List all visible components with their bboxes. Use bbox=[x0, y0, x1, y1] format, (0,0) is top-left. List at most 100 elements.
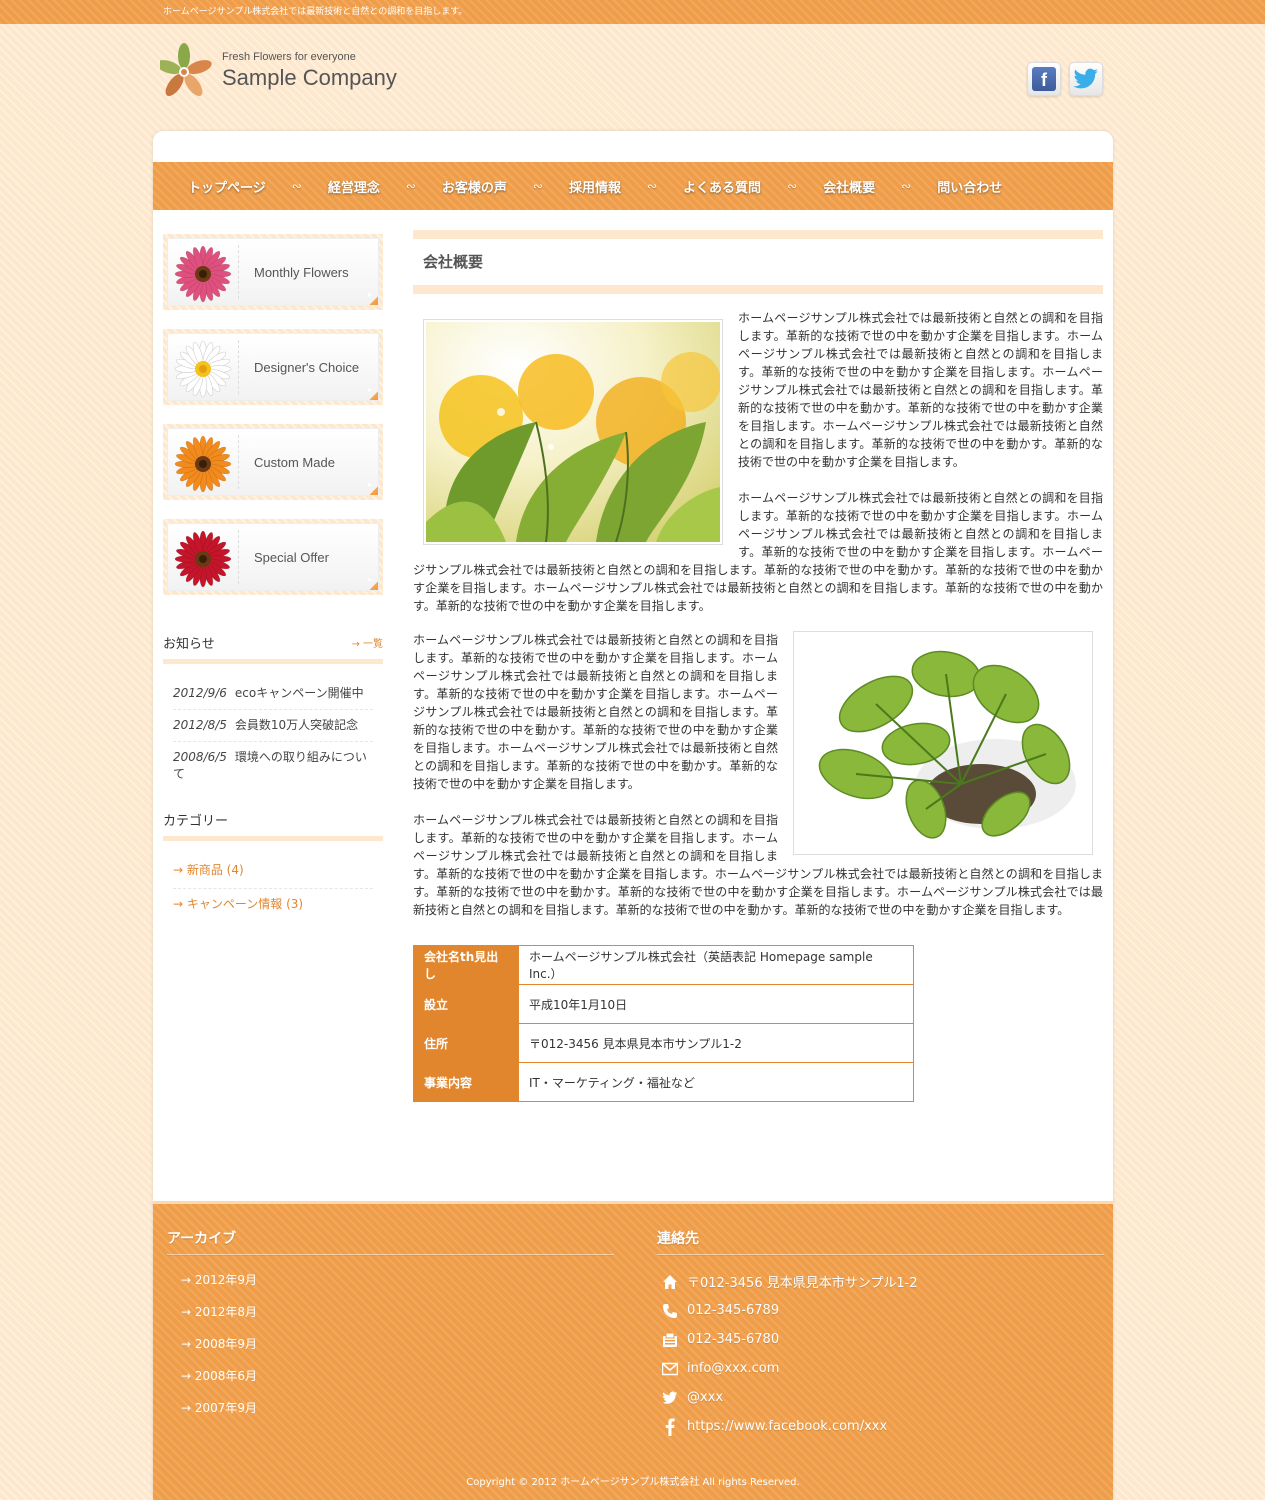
facebook-icon: f bbox=[1032, 67, 1056, 91]
arrow-right-icon: ▸ bbox=[367, 575, 372, 584]
banner-label: Designer's Choice bbox=[254, 360, 360, 375]
site-logo[interactable]: Fresh Flowers for everyone Sample Compan… bbox=[160, 40, 397, 102]
archive-link[interactable]: → 2008年6月 bbox=[181, 1365, 614, 1397]
contact-title: 連絡先 bbox=[657, 1228, 1104, 1255]
table-row: 事業内容 IT・マーケティング・福祉など bbox=[413, 1062, 914, 1102]
white-daisy-icon bbox=[174, 340, 232, 398]
news-date: 2012/8/5 bbox=[173, 718, 227, 732]
contact-text: 012-345-6789 bbox=[687, 1303, 780, 1318]
contact-list: 〒012-3456 見本県見本市サンプル1-2 012-345-6789 012… bbox=[657, 1255, 1104, 1441]
pink-gerbera-icon bbox=[174, 245, 232, 303]
table-cell: IT・マーケティング・福祉など bbox=[518, 1062, 914, 1102]
copyright: Copyright © 2012 ホームページサンプル株式会社 All righ… bbox=[466, 1477, 800, 1488]
archive-list: → 2012年9月 → 2012年8月 → 2008年9月 → 2008年6月 … bbox=[167, 1255, 614, 1429]
logo-name: Sample Company bbox=[222, 65, 397, 90]
news-date: 2012/9/6 bbox=[173, 686, 227, 700]
top-tagline: ホームページサンプル株式会社では最新技術と自然との調和を目指します。 bbox=[163, 7, 468, 17]
arrow-right-icon: ▸ bbox=[367, 385, 372, 394]
table-cell: 〒012-3456 見本県見本市サンプル1-2 bbox=[518, 1023, 914, 1063]
contact-facebook[interactable]: https://www.facebook.com/xxx bbox=[661, 1412, 1104, 1441]
contact-email[interactable]: info@xxx.com bbox=[661, 1354, 1104, 1383]
nav-separator-icon: ∾ bbox=[787, 179, 798, 193]
twitter-button[interactable] bbox=[1069, 62, 1103, 96]
news-item[interactable]: 2012/9/6 ecoキャンペーン開催中 bbox=[173, 678, 373, 710]
nav-item-contact[interactable]: 問い合わせ bbox=[937, 177, 1002, 196]
category-list: → 新商品 (4) → キャンペーン情報 (3) bbox=[163, 841, 383, 922]
nav-separator-icon: ∾ bbox=[901, 179, 912, 193]
contact-text: 〒012-3456 見本県見本市サンプル1-2 bbox=[687, 1276, 918, 1291]
news-more-link[interactable]: → 一覧 bbox=[351, 635, 383, 650]
contact-text: info@xxx.com bbox=[687, 1361, 780, 1376]
news-item[interactable]: 2012/8/5 会員数10万人突破記念 bbox=[173, 710, 373, 742]
news-list: 2012/9/6 ecoキャンペーン開催中 2012/8/5 会員数10万人突破記念… bbox=[163, 664, 383, 790]
top-tagline-bar: ホームページサンプル株式会社では最新技術と自然との調和を目指します。 bbox=[0, 0, 1265, 24]
table-row: 住所 〒012-3456 見本県見本市サンプル1-2 bbox=[413, 1023, 914, 1063]
category-item[interactable]: → 新商品 (4) bbox=[173, 855, 373, 889]
table-cell: ホームページサンプル株式会社（英語表記 Homepage sample Inc.… bbox=[518, 945, 914, 985]
contact-section: 連絡先 〒012-3456 見本県見本市サンプル1-2 012-345-6789 bbox=[657, 1228, 1104, 1441]
nav-item-company[interactable]: 会社概要 bbox=[823, 177, 875, 196]
home-icon bbox=[661, 1273, 679, 1291]
mail-icon bbox=[661, 1360, 679, 1378]
facebook-icon bbox=[661, 1417, 679, 1436]
contact-twitter[interactable]: @xxx bbox=[661, 1383, 1104, 1412]
nav-separator-icon: ∾ bbox=[291, 179, 302, 193]
banner-monthly-flowers[interactable]: Monthly Flowers ▸ bbox=[163, 234, 383, 310]
content-container: トップページ ∾ 経営理念 ∾ お客様の声 ∾ 採用情報 ∾ よくある質問 ∾ … bbox=[153, 131, 1113, 1500]
nav-item-recruit[interactable]: 採用情報 bbox=[569, 177, 621, 196]
orange-gerbera-icon bbox=[174, 435, 232, 493]
news-title: お知らせ bbox=[163, 637, 215, 652]
category-heading: カテゴリー bbox=[163, 810, 383, 841]
fax-icon bbox=[661, 1331, 679, 1349]
company-info-table: 会社名th見出し ホームページサンプル株式会社（英語表記 Homepage sa… bbox=[413, 945, 914, 1102]
table-header-cell: 事業内容 bbox=[413, 1062, 519, 1102]
table-header-cell: 会社名th見出し bbox=[413, 945, 519, 985]
nav-item-faq[interactable]: よくある質問 bbox=[683, 177, 761, 196]
category-item[interactable]: → キャンペーン情報 (3) bbox=[173, 889, 373, 922]
nav-separator-icon: ∾ bbox=[646, 179, 658, 193]
sidebar: Monthly Flowers ▸ Designer's Choice ▸ Cu… bbox=[163, 234, 383, 922]
archive-link[interactable]: → 2012年9月 bbox=[181, 1269, 614, 1301]
archive-title: アーカイブ bbox=[167, 1228, 614, 1255]
global-nav: トップページ ∾ 経営理念 ∾ お客様の声 ∾ 採用情報 ∾ よくある質問 ∾ … bbox=[153, 162, 1113, 210]
social-links: f bbox=[1027, 62, 1103, 96]
contact-text: @xxx bbox=[687, 1390, 724, 1405]
banner-label: Custom Made bbox=[254, 455, 335, 470]
page-title: 会社概要 bbox=[423, 253, 484, 271]
news-date: 2008/6/5 bbox=[173, 750, 227, 764]
nav-item-philosophy[interactable]: 経営理念 bbox=[328, 177, 380, 196]
red-gerbera-icon bbox=[174, 530, 232, 588]
contact-address: 〒012-3456 見本県見本市サンプル1-2 bbox=[661, 1267, 1104, 1296]
archive-link[interactable]: → 2007年9月 bbox=[181, 1397, 614, 1429]
facebook-button[interactable]: f bbox=[1027, 62, 1061, 96]
table-cell: 平成10年1月10日 bbox=[518, 984, 914, 1024]
table-header-cell: 設立 bbox=[413, 984, 519, 1024]
archive-link[interactable]: → 2012年8月 bbox=[181, 1301, 614, 1333]
logo-tagline: Fresh Flowers for everyone bbox=[222, 51, 356, 63]
banner-designers-choice[interactable]: Designer's Choice ▸ bbox=[163, 329, 383, 405]
contact-phone[interactable]: 012-345-6789 bbox=[661, 1296, 1104, 1325]
contact-text: 012-345-6780 bbox=[687, 1332, 780, 1347]
banner-label: Special Offer bbox=[254, 550, 329, 565]
banner-custom-made[interactable]: Custom Made ▸ bbox=[163, 424, 383, 500]
category-title: カテゴリー bbox=[163, 814, 229, 829]
arrow-right-icon: ▸ bbox=[367, 480, 372, 489]
news-item[interactable]: 2008/6/5 環境への取り組みについて bbox=[173, 742, 373, 790]
nav-item-top[interactable]: トップページ bbox=[188, 177, 266, 196]
header: Fresh Flowers for everyone Sample Compan… bbox=[160, 40, 1110, 110]
archive-link[interactable]: → 2008年9月 bbox=[181, 1333, 614, 1365]
banner-label: Monthly Flowers bbox=[254, 265, 349, 280]
table-header-cell: 住所 bbox=[413, 1023, 519, 1063]
nav-separator-icon: ∾ bbox=[405, 179, 416, 193]
footer: アーカイブ → 2012年9月 → 2012年8月 → 2008年9月 → 20… bbox=[153, 1201, 1113, 1500]
phone-icon bbox=[661, 1302, 679, 1320]
news-heading: お知らせ → 一覧 bbox=[163, 633, 383, 664]
news-text: ecoキャンペーン開催中 bbox=[234, 686, 364, 700]
contact-fax: 012-345-6780 bbox=[661, 1325, 1104, 1354]
contact-text: https://www.facebook.com/xxx bbox=[687, 1419, 888, 1434]
table-row: 設立 平成10年1月10日 bbox=[413, 984, 914, 1024]
archive-section: アーカイブ → 2012年9月 → 2012年8月 → 2008年9月 → 20… bbox=[167, 1228, 614, 1429]
arrow-right-icon: ▸ bbox=[367, 290, 372, 299]
nav-item-voices[interactable]: お客様の声 bbox=[442, 177, 507, 196]
banner-special-offer[interactable]: Special Offer ▸ bbox=[163, 519, 383, 595]
